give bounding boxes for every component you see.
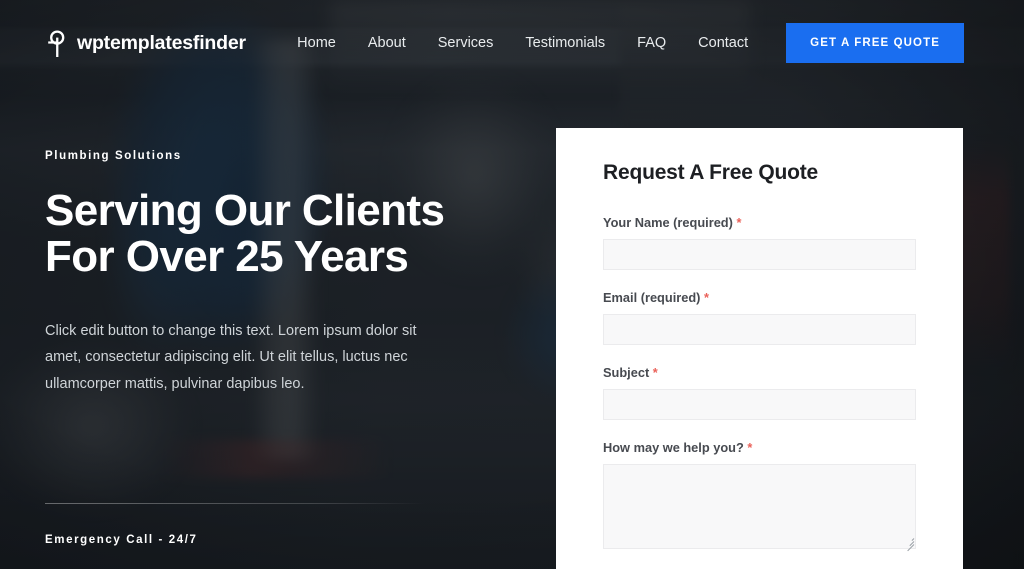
brand-logo[interactable]: wptemplatesfinder bbox=[45, 28, 246, 58]
required-asterisk: * bbox=[703, 290, 709, 305]
nav-item-home[interactable]: Home bbox=[297, 35, 352, 51]
label-message-text: How may we help you? bbox=[603, 440, 744, 455]
hero-divider bbox=[45, 503, 425, 504]
form-title: Request A Free Quote bbox=[603, 161, 818, 184]
message-textarea-wrapper bbox=[603, 464, 916, 552]
subject-input[interactable] bbox=[603, 389, 916, 420]
nav-item-about[interactable]: About bbox=[352, 35, 422, 51]
hero-description: Click edit button to change this text. L… bbox=[45, 322, 417, 393]
email-input[interactable] bbox=[603, 314, 916, 345]
p-logo-icon bbox=[48, 30, 65, 57]
label-your-name-text: Your Name (required) bbox=[603, 215, 733, 230]
required-asterisk: * bbox=[736, 215, 742, 230]
field-message: How may we help you? * bbox=[603, 440, 916, 552]
your-name-input[interactable] bbox=[603, 239, 916, 270]
nav-list: Home About Services Testimonials FAQ Con… bbox=[297, 35, 764, 51]
field-email: Email (required) * bbox=[603, 290, 916, 345]
label-email-text: Email (required) bbox=[603, 290, 701, 305]
nav-item-faq[interactable]: FAQ bbox=[621, 35, 682, 51]
nav-item-testimonials[interactable]: Testimonials bbox=[509, 35, 621, 51]
main-navigation: Home About Services Testimonials FAQ Con… bbox=[297, 23, 1024, 63]
label-subject: Subject * bbox=[603, 365, 916, 380]
required-asterisk: * bbox=[747, 440, 753, 455]
label-subject-text: Subject bbox=[603, 365, 650, 380]
label-message: How may we help you? * bbox=[603, 440, 916, 455]
nav-item-services[interactable]: Services bbox=[422, 35, 510, 51]
emergency-call-text: Emergency Call - 24/7 bbox=[45, 534, 198, 546]
hero-footer: Emergency Call - 24/7 bbox=[45, 503, 525, 546]
quote-form-card: Request A Free Quote Your Name (required… bbox=[556, 128, 963, 569]
message-textarea[interactable] bbox=[603, 464, 916, 549]
label-email: Email (required) * bbox=[603, 290, 916, 305]
brand-name: wptemplatesfinder bbox=[77, 31, 246, 54]
hero-eyebrow: Plumbing Solutions bbox=[45, 150, 182, 162]
hero-title: Serving Our Clients For Over 25 Years bbox=[45, 186, 445, 281]
nav-item-contact[interactable]: Contact bbox=[682, 35, 764, 51]
site-header: wptemplatesfinder Home About Services Te… bbox=[0, 0, 1024, 86]
hero-content: Plumbing Solutions Serving Our Clients F… bbox=[45, 150, 515, 398]
get-a-free-quote-button[interactable]: GET A FREE QUOTE bbox=[786, 23, 964, 63]
field-your-name: Your Name (required) * bbox=[603, 215, 916, 270]
required-asterisk: * bbox=[652, 365, 658, 380]
quote-form: Request A Free Quote Your Name (required… bbox=[556, 128, 963, 569]
label-your-name: Your Name (required) * bbox=[603, 215, 916, 230]
field-subject: Subject * bbox=[603, 365, 916, 420]
